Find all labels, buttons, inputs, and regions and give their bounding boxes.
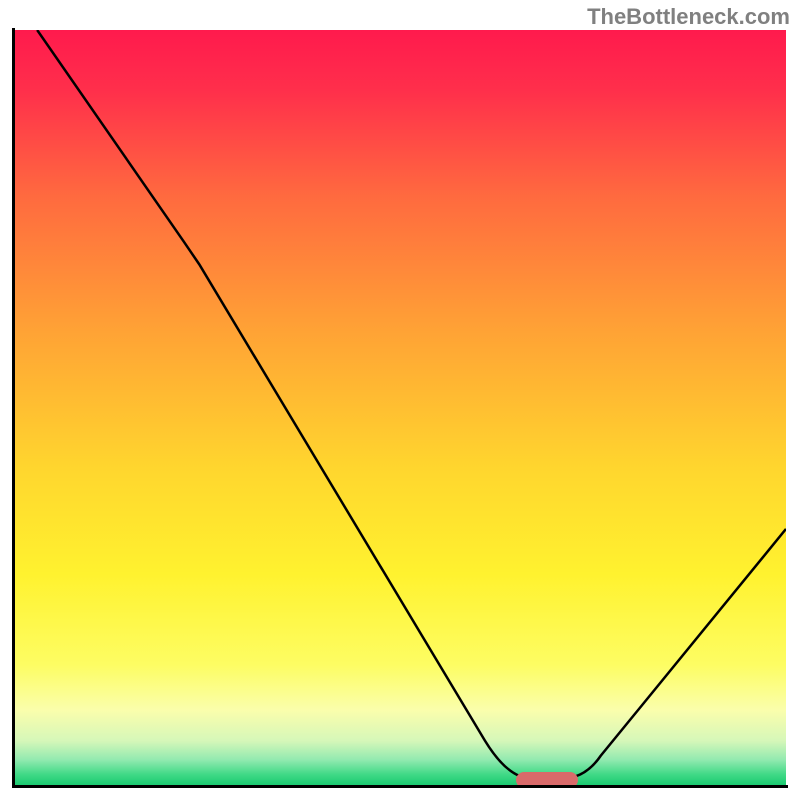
plot-area: [14, 30, 786, 786]
y-axis-line: [12, 28, 15, 788]
watermark-text: TheBottleneck.com: [587, 4, 790, 30]
minimum-marker: [516, 772, 578, 786]
bottleneck-curve: [14, 30, 786, 786]
x-axis-line: [12, 785, 788, 788]
